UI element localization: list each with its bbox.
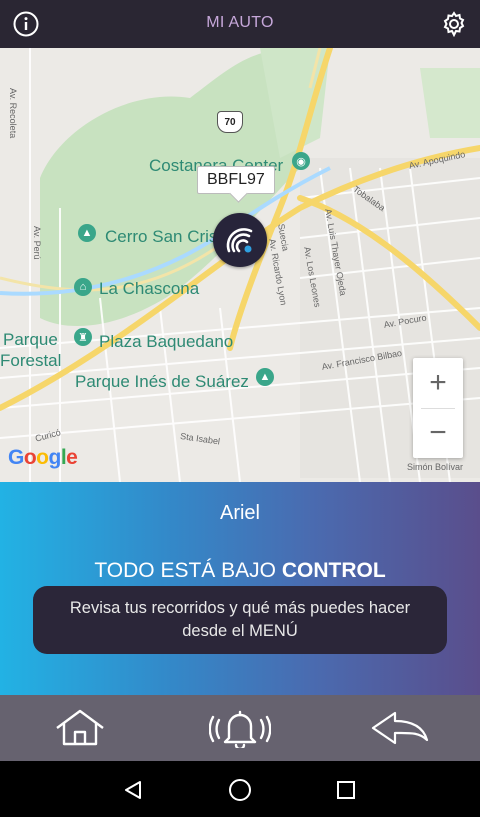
street-peru: Av. Perú <box>32 226 42 260</box>
status-emphasis: CONTROL <box>281 559 386 582</box>
back-arrow-icon[interactable] <box>360 702 440 754</box>
poi-parque-forestal-1: Parque <box>3 330 58 349</box>
status-message: TODO ESTÁ BAJO CONTROL <box>0 559 480 583</box>
signal-icon <box>226 228 253 253</box>
route-70-shield: 70 <box>217 111 243 133</box>
driver-name: Ariel <box>219 502 260 524</box>
alarm-bell-icon[interactable] <box>200 702 280 754</box>
zoom-in-button[interactable]: + <box>413 358 463 408</box>
monument-poi-icon: ♜ <box>74 328 92 346</box>
back-triangle-icon[interactable] <box>118 775 148 805</box>
tip-line-2: desde el MENÚ <box>182 622 298 640</box>
zoom-divider <box>421 408 455 409</box>
street-simon-bolivar: Simón Bolívar <box>407 462 464 472</box>
tip-line-1: Revisa tus recorridos y qué más puedes h… <box>69 599 411 617</box>
status-panel: Ariel TODO ESTÁ BAJO CONTROL Revisa tus … <box>0 482 480 695</box>
zoom-controls: + − <box>413 358 463 458</box>
home-circle-icon[interactable] <box>225 775 255 805</box>
status-prefix: TODO ESTÁ BAJO <box>94 559 282 582</box>
page-title: MI AUTO <box>206 14 274 31</box>
camera-poi-icon: ◉ <box>292 152 310 170</box>
android-system-nav <box>0 761 480 817</box>
bottom-nav-bar <box>0 695 480 761</box>
tree-poi-icon-2: ▲ <box>256 368 274 386</box>
poi-parque-forestal-2: Forestal <box>0 351 62 370</box>
recents-square-icon[interactable] <box>331 775 361 805</box>
menu-tip-toast: Revisa tus recorridos y qué más puedes h… <box>33 586 447 654</box>
museum-poi-icon: ⌂ <box>74 278 92 296</box>
street-recoleta: Av. Recoleta <box>8 88 18 139</box>
google-logo: Google <box>8 446 78 469</box>
vehicle-plate-label: BBFL97 <box>197 166 275 194</box>
zoom-out-button[interactable]: − <box>413 408 463 458</box>
poi-plaza: Plaza Baquedano <box>99 332 234 351</box>
poi-chascona: La Chascona <box>99 279 200 298</box>
gear-icon[interactable] <box>439 9 469 39</box>
app-header: MI AUTO <box>0 0 480 48</box>
tree-poi-icon: ▲ <box>78 224 96 242</box>
map-view[interactable]: 70 Costanera Center ◉ ▲ Cerro San Cristó… <box>0 48 480 482</box>
poi-parque-ines: Parque Inés de Suárez <box>75 372 249 391</box>
vehicle-marker[interactable] <box>213 213 267 267</box>
home-icon[interactable] <box>40 702 120 754</box>
